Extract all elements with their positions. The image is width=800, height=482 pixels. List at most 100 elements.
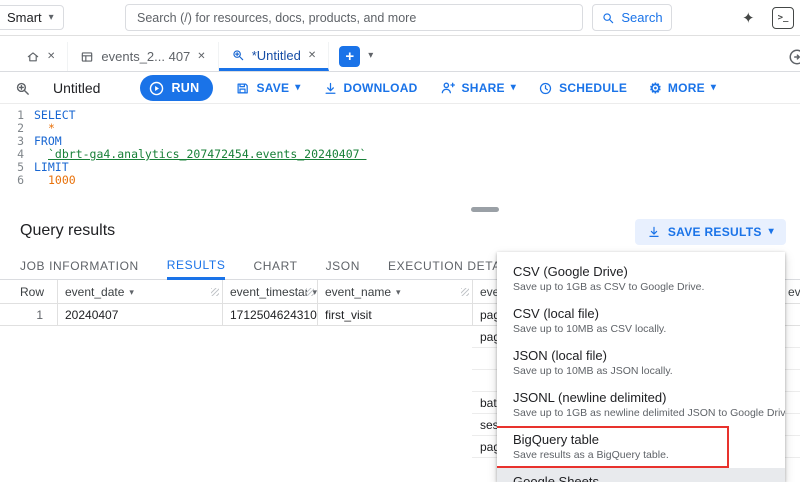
code-line: 4 `dbrt-ga4.analytics_207472454.events_2… [0, 148, 800, 161]
row-number-cell: 1 [36, 308, 43, 322]
download-button[interactable]: DOWNLOAD [323, 81, 418, 96]
download-icon [325, 82, 336, 94]
share-button[interactable]: SHARE ▾ [440, 80, 517, 96]
share-button-label: SHARE [461, 81, 505, 95]
tab-results[interactable]: RESULTS [166, 252, 226, 280]
tab-json[interactable]: JSON [326, 252, 360, 280]
schedule-button-label: SCHEDULE [559, 81, 628, 95]
column-header-clipped-right[interactable]: ev [788, 280, 800, 304]
menu-item-description: Save up to 1GB as CSV to Google Drive. [513, 281, 705, 293]
editor-tab-bar: ✕ events_2... 407 ✕ *Untitled ✕ + ▾ [0, 42, 800, 72]
tab-bar-overflow-icon[interactable] [788, 48, 800, 66]
top-bar: Smart ▾ Search ✦ >_ [0, 0, 800, 36]
column-resize-grip[interactable] [211, 288, 219, 296]
menu-item-label: CSV (local file) [513, 306, 599, 321]
code-line: 1 SELECT [0, 109, 800, 122]
save-button[interactable]: SAVE ▾ [235, 81, 300, 96]
clock-icon [539, 82, 552, 94]
save-icon [237, 83, 249, 93]
menu-item-label: CSV (Google Drive) [513, 264, 628, 279]
close-icon[interactable]: ✕ [308, 50, 316, 61]
event-date-cell: 20240407 [65, 308, 119, 322]
menu-item-description: Save up to 10MB as JSON locally. [513, 365, 673, 377]
menu-item-label: JSON (local file) [513, 348, 607, 363]
chevron-down-icon: ▾ [768, 226, 774, 237]
save-button-label: SAVE [256, 81, 290, 95]
event-name-cell: first_visit [325, 308, 372, 322]
column-header-row: Row [0, 280, 57, 304]
divider-drag-handle[interactable] [471, 207, 499, 212]
column-menu-caret-icon[interactable]: ▾ [396, 287, 401, 298]
tab-chart[interactable]: CHART [253, 252, 297, 280]
menu-item-label: JSONL (newline delimited) [513, 390, 667, 405]
close-icon[interactable]: ✕ [197, 51, 205, 62]
run-button-label: RUN [171, 81, 200, 95]
column-label: event_date [65, 285, 125, 299]
new-tab-caret-icon[interactable]: ▾ [368, 50, 373, 71]
query-zoom-icon [233, 50, 243, 61]
menu-item-google-sheets[interactable]: Google Sheets [497, 468, 785, 482]
run-button[interactable]: RUN [140, 75, 214, 101]
download-button-label: DOWNLOAD [343, 81, 418, 95]
global-search-box[interactable] [125, 4, 583, 31]
project-picker[interactable]: Smart ▾ [0, 5, 64, 30]
play-icon [150, 81, 164, 95]
close-icon[interactable]: ✕ [47, 51, 55, 62]
search-button-label: Search [621, 10, 663, 25]
schedule-button[interactable]: SCHEDULE [538, 81, 627, 96]
new-tab-button[interactable]: + [339, 46, 361, 67]
tab-label: *Untitled [251, 47, 301, 63]
chevron-down-icon: ▾ [710, 82, 717, 93]
cloud-shell-icon[interactable]: >_ [772, 7, 794, 29]
save-results-button[interactable]: SAVE RESULTS ▾ [634, 219, 786, 245]
tab-job-information[interactable]: JOB INFORMATION [20, 252, 139, 280]
more-button[interactable]: ⚙ MORE ▾ [649, 81, 716, 95]
save-results-label: SAVE RESULTS [667, 225, 762, 239]
table-reference-link[interactable]: `dbrt-ga4.analytics_207472454.events_202… [34, 148, 367, 161]
zoom-in-icon[interactable] [14, 80, 31, 97]
menu-item-description: Save results as a BigQuery table. [513, 449, 669, 461]
tab-events-table[interactable]: events_2... 407 ✕ [68, 42, 219, 71]
editor-results-divider [0, 203, 800, 214]
search-icon [603, 12, 614, 23]
column-header-event-date[interactable]: event_date ▾ [57, 280, 222, 304]
menu-item-label: Google Sheets [513, 474, 600, 482]
chevron-down-icon: ▾ [510, 82, 517, 93]
column-header-event-name[interactable]: event_name ▾ [317, 280, 472, 304]
query-toolbar: Untitled RUN SAVE ▾ DOWNLOAD SHARE ▾ SCH… [0, 73, 800, 104]
code-line: 5 LIMIT [0, 161, 800, 174]
sql-editor[interactable]: 1 SELECT 2 * 3 FROM 4 `dbrt-ga4.analytic… [0, 104, 800, 204]
line-number: 6 [17, 173, 24, 187]
menu-item-description: Save up to 10MB as CSV locally. [513, 323, 667, 335]
menu-item-csv-google-drive[interactable]: CSV (Google Drive) Save up to 1GB as CSV… [497, 258, 785, 300]
tab-label: events_2... 407 [101, 49, 191, 64]
save-results-menu: CSV (Google Drive) Save up to 1GB as CSV… [497, 252, 785, 482]
menu-item-jsonl[interactable]: JSONL (newline delimited) Save up to 1GB… [497, 384, 785, 426]
column-label: ev [788, 285, 800, 299]
menu-item-description: Save up to 1GB as newline delimited JSON… [513, 407, 785, 419]
code-line: 2 * [0, 122, 800, 135]
gear-icon: ⚙ [649, 80, 662, 96]
search-button[interactable]: Search [592, 4, 672, 31]
project-picker-label: Smart [7, 10, 42, 25]
column-label: event_name [325, 285, 392, 299]
column-label: Row [20, 285, 45, 299]
search-input[interactable] [137, 10, 571, 25]
tab-home[interactable]: ✕ [14, 42, 69, 71]
gemini-sparkle-icon[interactable]: ✦ [742, 9, 755, 27]
menu-item-label: BigQuery table [513, 432, 599, 447]
menu-item-csv-local-file[interactable]: CSV (local file) Save up to 10MB as CSV … [497, 300, 785, 342]
column-menu-caret-icon[interactable]: ▾ [129, 287, 134, 298]
column-header-event-timestamp[interactable]: event_timestamp ▾ [222, 280, 317, 304]
tab-untitled-query[interactable]: *Untitled ✕ [218, 42, 330, 71]
column-resize-grip[interactable] [306, 288, 314, 296]
home-icon [27, 51, 39, 61]
code-line: 6 1000 [0, 174, 800, 187]
column-resize-grip[interactable] [461, 288, 469, 296]
menu-item-bigquery-table[interactable]: BigQuery table Save results as a BigQuer… [497, 426, 785, 468]
menu-item-json-local-file[interactable]: JSON (local file) Save up to 10MB as JSO… [497, 342, 785, 384]
query-results-title: Query results [20, 222, 116, 239]
query-title: Untitled [53, 80, 101, 96]
chevron-down-icon: ▾ [295, 82, 301, 93]
download-icon [649, 226, 659, 237]
